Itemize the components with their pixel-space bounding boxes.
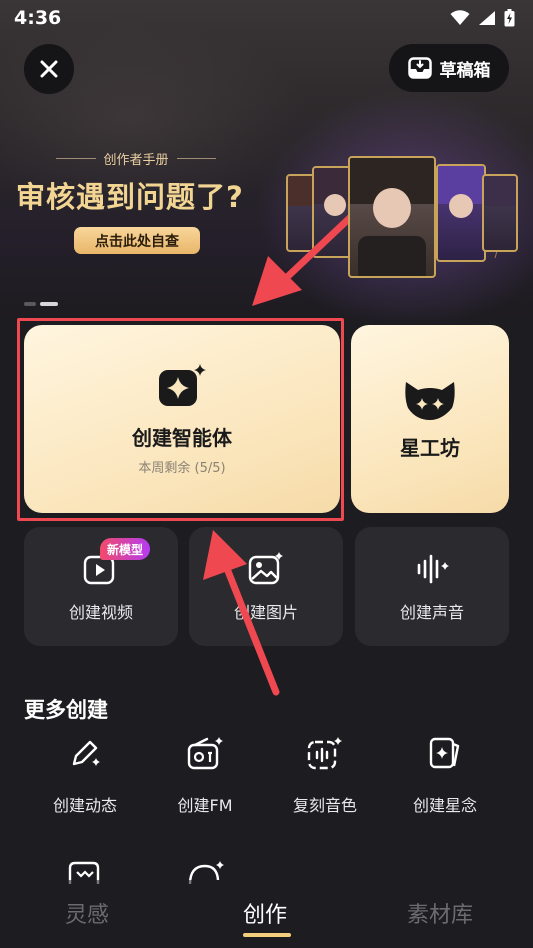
create-star-wish-item[interactable]: 创建星念 xyxy=(390,736,500,816)
tab-create[interactable]: 创作 xyxy=(243,897,287,929)
more-create-title: 更多创建 xyxy=(24,698,108,722)
pager-dot-active xyxy=(40,302,58,306)
create-post-item[interactable]: 创建动态 xyxy=(30,736,140,816)
battery-icon xyxy=(504,9,515,27)
create-fm-item[interactable]: 创建FM xyxy=(150,736,260,816)
creator-manual-text: 创作者手册 xyxy=(103,153,169,168)
radio-icon xyxy=(187,737,223,770)
banner-headline[interactable]: 审核遇到问题了? xyxy=(16,174,244,216)
divider-line xyxy=(176,158,217,159)
star-card-icon xyxy=(429,737,460,769)
tab-material-library[interactable]: 素材库 xyxy=(407,897,473,929)
pen-sparkle-icon xyxy=(72,740,100,766)
active-tab-indicator xyxy=(243,933,291,937)
creator-manual-label: 创作者手册 xyxy=(56,149,217,168)
cat-sparkle-icon xyxy=(405,381,455,420)
clone-voice-label: 复刻音色 xyxy=(292,796,357,815)
status-bar: 4:36 xyxy=(0,0,533,36)
divider-line xyxy=(56,158,96,159)
highlight-box xyxy=(17,318,344,521)
create-video-label: 创建视频 xyxy=(68,602,133,622)
voice-clone-icon xyxy=(307,737,342,770)
self-check-button[interactable]: 点击此处自查 xyxy=(74,227,200,254)
star-workshop-tile[interactable]: 星工坊 xyxy=(351,325,509,513)
sound-wave-icon xyxy=(417,554,449,583)
status-icons xyxy=(450,9,515,27)
character-cards-illustration[interactable] xyxy=(280,148,520,283)
create-image-label: 创建图片 xyxy=(233,602,298,622)
create-sound-tile[interactable]: 创建声音 xyxy=(355,527,509,646)
tab-inspiration[interactable]: 灵感 xyxy=(65,897,109,929)
inbox-icon xyxy=(407,57,432,79)
create-image-tile[interactable]: 创建图片 xyxy=(189,527,343,646)
create-star-wish-label: 创建星念 xyxy=(412,796,477,815)
new-model-badge: 新模型 xyxy=(100,538,151,560)
pager-dot xyxy=(24,302,36,306)
signal-icon xyxy=(479,11,495,25)
character-card xyxy=(348,156,436,278)
status-time: 4:36 xyxy=(14,7,62,29)
create-sound-label: 创建声音 xyxy=(399,602,464,622)
clone-voice-item[interactable]: 复刻音色 xyxy=(270,736,380,816)
drafts-label: 草稿箱 xyxy=(439,60,491,81)
character-card xyxy=(482,174,518,252)
drafts-button[interactable]: 草稿箱 xyxy=(389,44,509,92)
banner-pager xyxy=(24,302,60,306)
close-icon xyxy=(40,60,58,78)
image-sparkle-icon xyxy=(248,551,283,584)
character-card xyxy=(436,164,486,262)
star-workshop-title: 星工坊 xyxy=(400,435,460,460)
create-fm-label: 创建FM xyxy=(177,796,233,815)
close-button[interactable] xyxy=(24,44,74,94)
create-post-label: 创建动态 xyxy=(52,796,117,815)
wifi-icon xyxy=(450,10,470,25)
